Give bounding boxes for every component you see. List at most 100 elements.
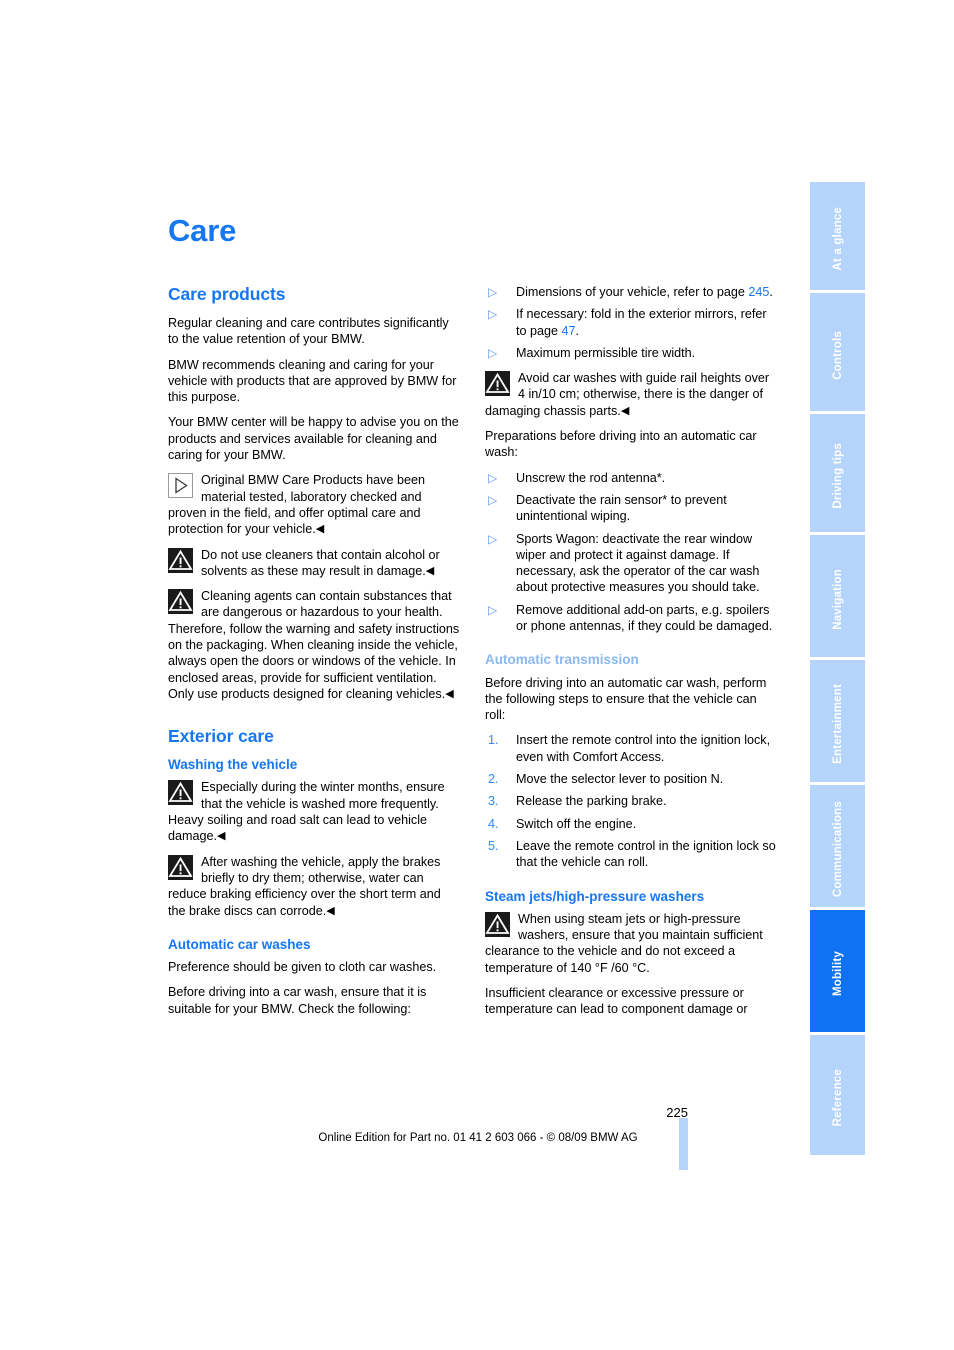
list-item: 1. Insert the remote control into the ig… [485,732,777,765]
notice-text: After washing the vehicle, apply the bra… [168,854,441,918]
page-content: Care Care products Regular cleaning and … [168,215,788,1026]
notice-text: Especially during the winter months, ens… [168,780,445,844]
end-of-notice-marker: ◀ [425,564,435,577]
warning-triangle-icon [485,911,510,937]
list-item: 5. Leave the remote control in the ignit… [485,838,777,871]
notice-text: Original BMW Care Products have been mat… [168,473,425,537]
two-column-layout: Care products Regular cleaning and care … [168,284,788,1026]
list-item: ▷ Dimensions of your vehicle, refer to p… [485,284,777,300]
subheading-automatic-car-washes: Automatic car washes [168,936,311,952]
end-of-notice-marker: ◀ [620,404,630,417]
list-item-text: Dimensions of your vehicle, refer to pag… [516,285,749,299]
list-item-text: Release the parking brake. [516,794,667,809]
left-column: Care products Regular cleaning and care … [168,284,460,1026]
list-item-text: Unscrew the rod antenna*. [516,470,666,485]
bullet-arrow-icon: ▷ [488,531,498,546]
list-item-text-end: . [769,285,773,299]
step-number: 5. [488,838,499,853]
warning-notice: Especially during the winter months, ens… [168,779,460,844]
list-item: ▷ Remove additional add-on parts, e.g. s… [485,602,777,635]
sidebar-item-reference[interactable]: Reference [810,1035,865,1155]
section-heading-exterior-care: Exterior care [168,726,274,747]
step-number: 2. [488,772,499,787]
bullet-arrow-icon: ▷ [488,307,498,322]
paragraph-continued: Insufficient clearance or excessive pres… [485,985,748,1017]
sidebar-item-label: Entertainment [831,684,844,764]
page-reference-link[interactable]: 47 [562,324,576,338]
warning-notice: After washing the vehicle, apply the bra… [168,854,460,919]
bullet-arrow-icon: ▷ [488,602,498,617]
sidebar-item-label: Mobility [831,951,844,997]
paragraph: Before driving into a car wash, ensure t… [168,985,427,1016]
sidebar-item-label: Controls [831,330,844,380]
warning-notice: Cleaning agents can contain substances t… [168,588,460,702]
checklist: ▷ Dimensions of your vehicle, refer to p… [485,284,777,361]
sidebar-item-mobility[interactable]: Mobility [810,910,865,1032]
manual-page: At a glance Controls Driving tips Naviga… [0,0,954,1350]
warning-triangle-icon [168,589,193,615]
step-number: 3. [488,794,499,809]
sidebar-item-entertainment[interactable]: Entertainment [810,660,865,782]
info-triangle-icon [168,473,193,499]
warning-notice: When using steam jets or high-pressure w… [485,911,777,976]
right-column: ▷ Dimensions of your vehicle, refer to p… [485,284,777,1026]
warning-notice: Avoid car washes with guide rail heights… [485,370,777,419]
paragraph: Preference should be given to cloth car … [168,959,437,974]
step-number: 1. [488,733,499,748]
bullet-arrow-icon: ▷ [488,345,498,360]
numbered-steps: 1. Insert the remote control into the ig… [485,732,777,870]
subheading-washing-the-vehicle: Washing the vehicle [168,757,298,773]
end-of-notice-marker: ◀ [445,687,454,700]
sidebar-item-label: Navigation [831,568,844,630]
sidebar-item-label: Communications [831,800,844,898]
list-item-text-end: . [575,323,580,338]
paragraph: Before driving into an automatic car was… [485,675,767,723]
list-item-text: Leave the remote control in the ignition… [516,838,776,870]
bullet-arrow-icon: ▷ [488,470,498,485]
list-item-text: Maximum permissible tire width. [516,345,696,360]
paragraph: BMW recommends cleaning and caring for y… [168,357,457,405]
footer-edition-note: Online Edition for Part no. 01 41 2 603 … [318,1132,638,1144]
sidebar-item-label: Reference [831,1069,844,1127]
paragraph: Preparations before driving into an auto… [485,429,757,460]
end-of-notice-marker: ◀ [217,830,226,843]
sidebar-item-label: Driving tips [831,443,844,509]
list-item-text: Move the selector lever to position N. [516,772,724,787]
subheading-automatic-transmission: Automatic transmission [485,652,639,668]
section-heading-care-products: Care products [168,284,286,304]
warning-triangle-icon [168,854,193,880]
info-notice: Original BMW Care Products have been mat… [168,472,460,537]
list-item: ▷ Maximum permissible tire width. [485,345,777,361]
sidebar-item-controls[interactable]: Controls [810,293,865,411]
page-reference-link[interactable]: 245 [748,285,769,299]
list-item: 3. Release the parking brake. [485,793,777,809]
end-of-notice-marker: ◀ [326,904,335,917]
paragraph: Your BMW center will be happy to advise … [168,415,459,463]
step-number: 4. [488,816,499,831]
sidebar-item-communications[interactable]: Communications [810,785,865,907]
paragraph: Regular cleaning and care contributes si… [168,316,449,347]
list-item: 4. Switch off the engine. [485,816,777,832]
sidebar-item-at-a-glance[interactable]: At a glance [810,182,865,290]
list-item-text: Switch off the engine. [516,816,637,831]
list-item-text: If necessary: fold in the exterior mirro… [516,307,767,338]
notice-text: Cleaning agents can contain substances t… [168,589,460,701]
subheading-steam-jets: Steam jets/high-pressure washers [485,888,705,904]
warning-triangle-icon [168,547,193,573]
end-of-notice-marker: ◀ [315,523,325,536]
bullet-arrow-icon: ▷ [488,285,498,299]
sidebar-item-navigation[interactable]: Navigation [810,535,865,657]
chapter-tab-strip: At a glance Controls Driving tips Naviga… [810,182,865,1170]
list-item: ▷ If necessary: fold in the exterior mir… [485,306,777,339]
warning-triangle-icon [485,371,510,397]
list-item: ▷ Deactivate the rain sensor* to prevent… [485,492,777,525]
bullet-arrow-icon: ▷ [488,492,498,507]
sidebar-item-label: At a glance [831,207,844,271]
sidebar-item-driving-tips[interactable]: Driving tips [810,414,865,532]
notice-text: Do not use cleaners that contain alcohol… [201,547,440,578]
warning-notice: Do not use cleaners that contain alcohol… [168,547,460,580]
footer-accent-bar [679,1118,688,1170]
list-item: ▷ Unscrew the rod antenna*. [485,470,777,486]
list-item: 2. Move the selector lever to position N… [485,771,777,787]
list-item: ▷ Sports Wagon: deactivate the rear wind… [485,531,777,596]
